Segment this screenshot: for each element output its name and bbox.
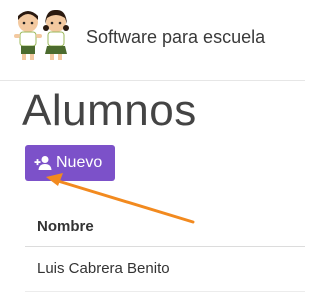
new-student-button[interactable]: Nuevo bbox=[25, 145, 115, 181]
add-user-icon bbox=[34, 156, 52, 170]
page-title: Alumnos bbox=[22, 86, 197, 135]
children-mascot-icon bbox=[14, 9, 69, 60]
app-title: Software para escuela bbox=[86, 27, 266, 47]
table-header: Nombre bbox=[25, 208, 305, 247]
new-student-button-label: Nuevo bbox=[56, 154, 103, 171]
app-header: Software para escuela bbox=[0, 0, 305, 81]
student-name-cell: Luis Cabrera Benito bbox=[37, 260, 170, 277]
table-row[interactable]: Luis Cabrera Benito bbox=[25, 247, 305, 292]
column-header-nombre: Nombre bbox=[37, 218, 94, 235]
